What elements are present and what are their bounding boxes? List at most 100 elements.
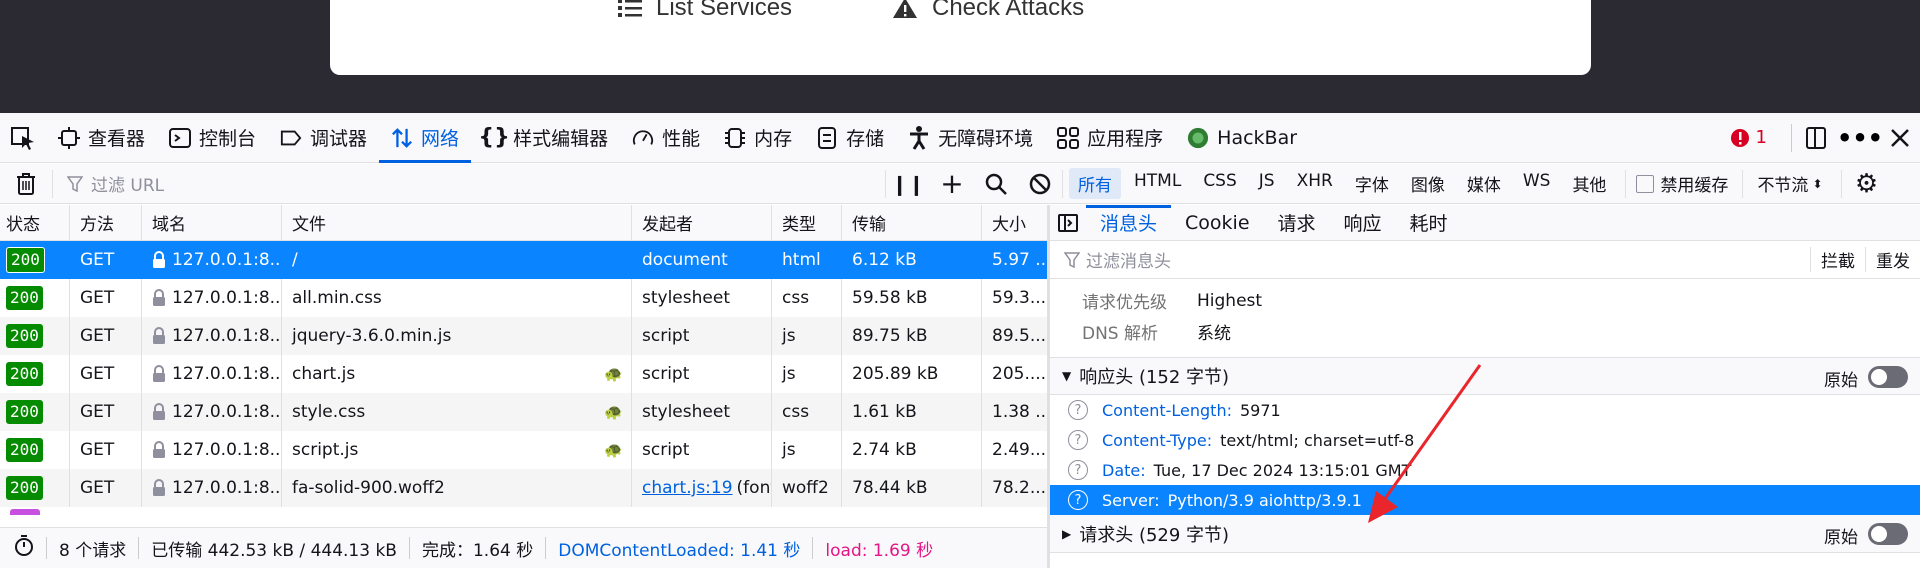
- more-options-icon[interactable]: •••: [1837, 124, 1883, 152]
- table-row[interactable]: 200 GET 127.0.0.1:8... script.js 🐢 script js 2.…: [0, 431, 1047, 469]
- accessibility-icon: [908, 125, 930, 150]
- column-header-file[interactable]: 文件: [282, 205, 632, 240]
- table-row[interactable]: 200 GET 127.0.0.1:8... jquery-3.6.0.min.js s…: [0, 317, 1047, 355]
- column-header-domain[interactable]: 域名: [142, 205, 282, 240]
- filter-ws[interactable]: WS: [1514, 168, 1560, 199]
- tab-response[interactable]: 响应: [1330, 205, 1396, 241]
- tab-style-editor[interactable]: {} 样式编辑器: [471, 113, 620, 163]
- table-row[interactable]: 200 GET 127.0.0.1:8... style.css 🐢 stylesheet…: [0, 393, 1047, 431]
- block-button[interactable]: [1018, 173, 1062, 195]
- devtools-panel: 查看器 控制台 调试器 网络 {} 样式编辑器 性能 内存 存储 无障碍环境 应用…: [0, 113, 1920, 568]
- initiator-cell: stylesheet: [632, 279, 772, 317]
- domain-cell: 127.0.0.1:8...: [142, 241, 282, 279]
- tab-timings[interactable]: 耗时: [1396, 205, 1462, 241]
- tab-label: HackBar: [1217, 126, 1298, 149]
- block-button[interactable]: 拦截: [1810, 247, 1865, 272]
- column-header-transferred[interactable]: 传输: [842, 205, 982, 240]
- close-button[interactable]: [1880, 128, 1920, 147]
- raw-toggle[interactable]: [1868, 523, 1908, 545]
- tab-headers[interactable]: 消息头: [1086, 205, 1171, 241]
- filter-xhr[interactable]: XHR: [1288, 168, 1342, 199]
- tab-network[interactable]: 网络: [379, 113, 471, 163]
- dock-button[interactable]: [1792, 126, 1840, 150]
- filter-css[interactable]: CSS: [1194, 168, 1245, 199]
- size-cell: 205....: [992, 364, 1047, 384]
- list-services-link[interactable]: List Services: [618, 0, 792, 22]
- element-picker-button[interactable]: [0, 113, 46, 163]
- tab-request[interactable]: 请求: [1264, 205, 1330, 241]
- search-button[interactable]: [974, 173, 1018, 195]
- filter-all[interactable]: 所有: [1069, 168, 1121, 199]
- url-filter-input[interactable]: 过滤 URL: [53, 171, 885, 196]
- size-cell: 59.3...: [992, 288, 1047, 308]
- filter-other[interactable]: 其他: [1563, 168, 1615, 199]
- column-header-type[interactable]: 类型: [772, 205, 842, 240]
- status-badge: 200: [6, 400, 43, 424]
- initiator-text: document: [642, 250, 728, 270]
- status-badge: 200: [6, 362, 43, 386]
- domain-cell: 127.0.0.1:8...: [142, 469, 282, 507]
- tab-debugger[interactable]: 调试器: [268, 113, 379, 163]
- tab-memory[interactable]: 内存: [712, 113, 804, 163]
- status-cell: 200: [0, 355, 70, 393]
- status-badge: 200: [6, 476, 43, 500]
- toolbar-separator: [1742, 169, 1744, 198]
- error-count-badge[interactable]: 1: [1730, 127, 1767, 148]
- raw-toggle[interactable]: [1868, 366, 1908, 388]
- method-cell: GET: [70, 431, 142, 469]
- plus-icon: +: [940, 167, 964, 200]
- toggle-sidebar-button[interactable]: [1050, 213, 1086, 232]
- table-row[interactable]: 200 GET 127.0.0.1:8... fa-solid-900.woff2 ch…: [0, 469, 1047, 507]
- throttle-select[interactable]: 不节流 ⬍: [1757, 171, 1822, 196]
- filter-images[interactable]: 图像: [1402, 168, 1454, 199]
- tab-performance[interactable]: 性能: [620, 113, 712, 163]
- column-header-status[interactable]: 状态: [0, 205, 70, 240]
- close-icon: [1891, 128, 1909, 147]
- turtle-icon: 🐢: [604, 365, 623, 383]
- column-header-method[interactable]: 方法: [70, 205, 142, 240]
- tab-storage[interactable]: 存储: [804, 113, 896, 163]
- initiator-text: script: [642, 326, 690, 346]
- tab-hackbar[interactable]: HackBar: [1175, 113, 1309, 163]
- tab-cookies[interactable]: Cookie: [1171, 205, 1264, 241]
- timer-icon: [14, 534, 34, 562]
- list-icon: [618, 0, 642, 17]
- headers-filter-input[interactable]: 过滤消息头: [1086, 247, 1810, 272]
- column-header-size[interactable]: 大小: [982, 205, 1047, 240]
- header-name: Content-Type:: [1102, 430, 1213, 450]
- table-row[interactable]: 200 GET 127.0.0.1:8... / document html 6.12 kB…: [0, 241, 1047, 279]
- size-cell: 78.2...: [992, 478, 1047, 498]
- settings-button[interactable]: ⚙: [1852, 169, 1882, 199]
- filter-js[interactable]: JS: [1250, 168, 1284, 199]
- initiator-text: script: [642, 440, 690, 460]
- add-button[interactable]: +: [930, 167, 974, 200]
- clear-button[interactable]: [0, 172, 52, 196]
- pause-button[interactable]: ❙❙: [886, 172, 930, 196]
- chevron-down-icon: ▼: [1062, 369, 1072, 383]
- header-name: Server:: [1102, 490, 1160, 510]
- file-text: chart.js: [292, 364, 356, 384]
- file-cell: jquery-3.6.0.min.js: [282, 317, 632, 355]
- toolbar-separator: [1062, 169, 1063, 198]
- check-attacks-link[interactable]: Check Attacks: [892, 0, 1084, 22]
- initiator-link[interactable]: chart.js:19: [642, 478, 733, 498]
- tab-inspector[interactable]: 查看器: [46, 113, 157, 163]
- filter-media[interactable]: 媒体: [1458, 168, 1510, 199]
- file-cell: style.css 🐢: [282, 393, 632, 431]
- header-name: Date:: [1102, 460, 1146, 480]
- annotation-arrow: [1368, 364, 1482, 523]
- type-cell: js: [772, 317, 842, 355]
- disable-cache-checkbox[interactable]: 禁用缓存: [1636, 171, 1728, 196]
- lock-icon: [153, 327, 165, 344]
- tab-application[interactable]: 应用程序: [1045, 113, 1175, 163]
- filter-fonts[interactable]: 字体: [1346, 168, 1398, 199]
- table-row[interactable]: 200 GET 127.0.0.1:8... chart.js 🐢 script js 205…: [0, 355, 1047, 393]
- filter-html[interactable]: HTML: [1125, 168, 1190, 199]
- table-row[interactable]: 200 GET 127.0.0.1:8... all.min.css styleshee…: [0, 279, 1047, 317]
- transfer-cell: 78.44 kB: [842, 469, 982, 507]
- resend-button[interactable]: 重发: [1865, 247, 1920, 272]
- transfer-cell: 59.58 kB: [842, 279, 982, 317]
- tab-console[interactable]: 控制台: [157, 113, 268, 163]
- tab-accessibility[interactable]: 无障碍环境: [896, 113, 1045, 163]
- column-header-initiator[interactable]: 发起者: [632, 205, 772, 240]
